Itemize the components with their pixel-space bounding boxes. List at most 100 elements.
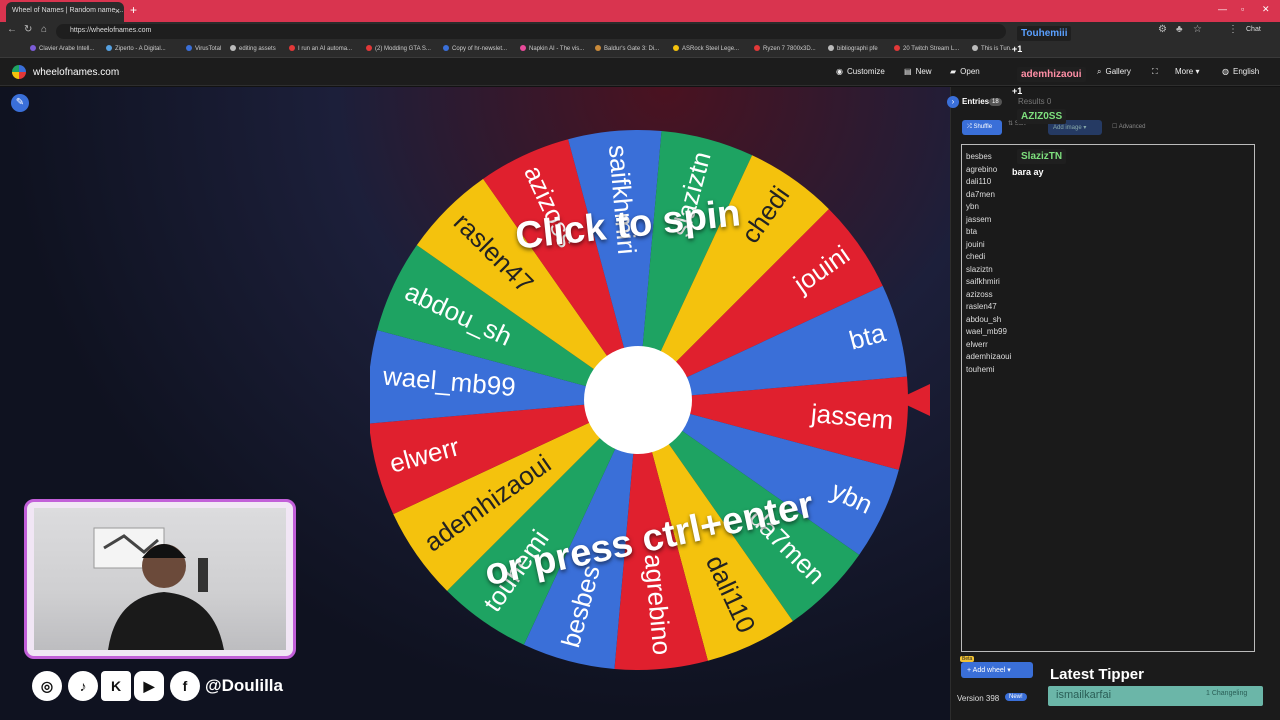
entry-item[interactable]: touhemi [966, 364, 1011, 377]
entry-item[interactable]: ybn [966, 201, 1011, 214]
new-badge[interactable]: New! [1005, 693, 1027, 701]
extensions-icon[interactable]: ⚙ [1158, 24, 1167, 35]
entry-item[interactable]: chedi [966, 251, 1011, 264]
bookmark-label: I run an AI automa... [298, 46, 353, 52]
open-label: Open [960, 67, 980, 76]
wheel-pointer-icon [896, 384, 930, 416]
bookmark-label: Clavier Arabe Intell... [39, 46, 95, 52]
advanced-checkbox[interactable]: ☐ Advanced [1112, 123, 1145, 130]
entry-item[interactable]: abdou_sh [966, 314, 1011, 327]
bookmark-item[interactable]: Baldur's Gate 3: Di... [595, 45, 659, 52]
fullscreen-icon[interactable]: ⛶ [1152, 67, 1158, 77]
close-window-icon[interactable]: ✕ [1262, 4, 1270, 15]
edit-pencil-icon[interactable]: ✎ [11, 94, 29, 112]
kick-icon: K [101, 671, 131, 701]
add-wheel-label: Add wheel [972, 667, 1006, 674]
chat-button[interactable]: Chat [1246, 26, 1261, 33]
close-tab-icon[interactable]: × [115, 6, 120, 16]
collapse-panel-icon[interactable]: › [947, 96, 959, 108]
palette-icon: ◉ [836, 67, 843, 76]
bookmark-item[interactable]: VirusTotal [186, 45, 221, 52]
extension-icon[interactable]: ♣ [1176, 24, 1183, 35]
entry-item[interactable]: wael_mb99 [966, 326, 1011, 339]
bookmark-item[interactable]: (2) Modding GTA S... [366, 45, 431, 52]
bookmark-label: ASRock Steel Lege... [682, 46, 740, 52]
bookmark-label: 20 Twitch Stream L... [903, 46, 960, 52]
bookmark-item[interactable]: editing assets [230, 45, 276, 52]
bookmark-label: Ziperto - A Digital... [115, 46, 166, 52]
bookmark-item[interactable]: Clavier Arabe Intell... [30, 45, 94, 52]
bookmark-label: bibliographi pfe [837, 46, 878, 52]
bookmark-item[interactable]: I run an AI automa... [289, 45, 352, 52]
customize-button[interactable]: ◉ Customize [836, 67, 885, 76]
instagram-icon: ◎ [32, 671, 62, 701]
add-wheel-button[interactable]: + Add wheel ▾ [961, 662, 1033, 678]
bookmark-item[interactable]: 20 Twitch Stream L... [894, 45, 959, 52]
new-button[interactable]: ▤ New [904, 67, 932, 76]
menu-icon[interactable]: ⋮ [1228, 24, 1238, 35]
tipper-name: ismailkarfai [1056, 689, 1112, 701]
bookmark-item[interactable]: Copy of hr-newslet... [443, 45, 507, 52]
results-count-badge: 0 [1046, 97, 1052, 106]
tab-results[interactable]: Results 0 [1018, 97, 1051, 106]
home-icon[interactable]: ⌂ [41, 24, 47, 35]
entry-item[interactable]: da7men [966, 189, 1011, 202]
minimize-icon[interactable]: — [1218, 4, 1227, 14]
more-button[interactable]: More ▾ [1175, 67, 1199, 76]
file-icon: ▤ [904, 67, 912, 76]
entry-item[interactable]: azizoss [966, 289, 1011, 302]
entry-item[interactable]: ademhizaoui [966, 351, 1011, 364]
site-name[interactable]: wheelofnames.com [33, 67, 119, 78]
bookmark-label: editing assets [239, 46, 276, 52]
entries-list[interactable]: besbes agrebino dali110 da7men ybn jassem bta j… [966, 151, 1011, 376]
shuffle-label: Shuffle [973, 124, 993, 130]
bookmark-item[interactable]: bibliographi pfe [828, 45, 878, 52]
bookmark-label: VirusTotal [195, 46, 222, 52]
webcam-feed [34, 508, 286, 650]
entry-item[interactable]: jassem [966, 214, 1011, 227]
back-icon[interactable]: ← [7, 24, 17, 35]
bookmark-star-icon[interactable]: ☆ [1193, 24, 1202, 35]
entry-item[interactable]: elwerr [966, 339, 1011, 352]
bookmark-item[interactable]: Napkin AI - The vis... [520, 45, 584, 52]
entry-item[interactable]: slaziztn [966, 264, 1011, 277]
tab-title: Wheel of Names | Random name ... [12, 7, 124, 14]
entry-item[interactable]: raslen47 [966, 301, 1011, 314]
bookmark-favicon-icon [828, 45, 834, 51]
tiktok-icon: ♪ [68, 671, 98, 701]
maximize-icon[interactable]: ▫ [1241, 4, 1244, 14]
language-button[interactable]: ◍ English [1222, 67, 1259, 76]
wheel-center-hub[interactable] [584, 346, 692, 454]
entry-item[interactable]: besbes [966, 151, 1011, 164]
entry-item[interactable]: saifkhmiri [966, 276, 1011, 289]
bookmark-item[interactable]: Ryzen 7 7800x3D... [754, 45, 816, 52]
entry-item[interactable]: bta [966, 226, 1011, 239]
bookmark-label: This is Tun... [981, 46, 1016, 52]
bookmark-label: Baldur's Gate 3: Di... [604, 46, 660, 52]
new-label: New [915, 67, 932, 76]
open-button[interactable]: ▰ Open [950, 67, 980, 76]
url-bar[interactable]: https://wheelofnames.com [56, 24, 1006, 39]
bookmark-favicon-icon [972, 45, 978, 51]
entry-item[interactable]: jouini [966, 239, 1011, 252]
shuffle-button[interactable]: ⤮ Shuffle [962, 120, 1002, 135]
reload-icon[interactable]: ↻ [24, 24, 32, 35]
tab-entries[interactable]: Entries [962, 97, 989, 106]
entry-item[interactable]: agrebino [966, 164, 1011, 177]
beta-badge: Beta [960, 656, 975, 662]
entry-item[interactable]: dali110 [966, 176, 1011, 189]
bookmark-item[interactable]: ASRock Steel Lege... [673, 45, 739, 52]
gallery-button[interactable]: ⌕ Gallery [1097, 67, 1131, 77]
browser-tab[interactable]: Wheel of Names | Random name ... × [6, 2, 124, 22]
bookmark-favicon-icon [289, 45, 295, 51]
new-tab-button[interactable]: + [130, 3, 137, 17]
wheel-logo-icon[interactable] [12, 65, 26, 79]
latest-tipper-title: Latest Tipper [1050, 666, 1144, 683]
bookmark-favicon-icon [30, 45, 36, 51]
chat-username: AZIZ0SS [1017, 109, 1067, 124]
bookmark-favicon-icon [673, 45, 679, 51]
chat-plus-one: +1 [1012, 86, 1023, 96]
entries-count-badge: 18 [989, 98, 1002, 106]
bookmark-item[interactable]: Ziperto - A Digital... [106, 45, 166, 52]
bookmark-item[interactable]: This is Tun... [972, 45, 1015, 52]
